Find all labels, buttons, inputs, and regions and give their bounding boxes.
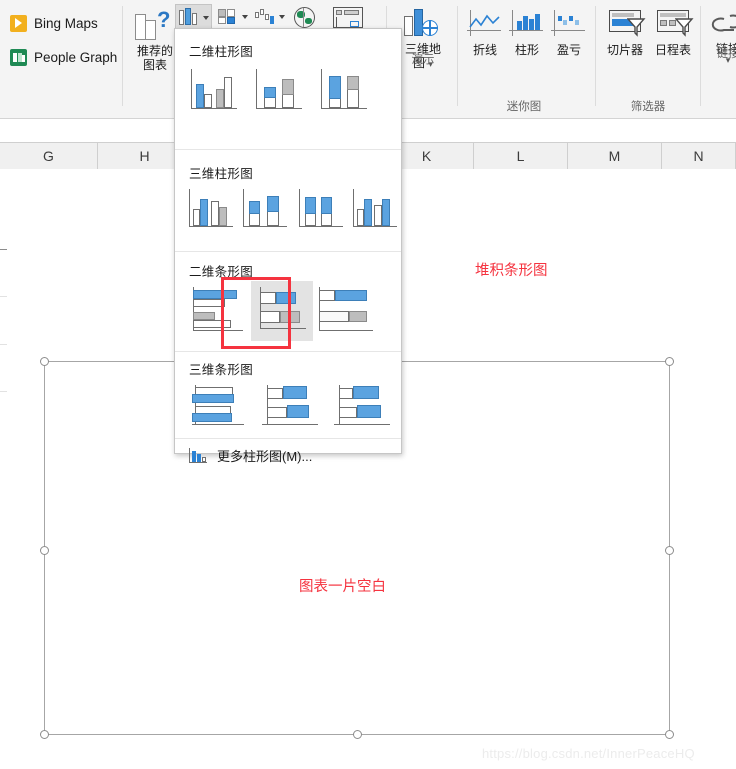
slicer-icon — [603, 8, 647, 40]
tours-group-label: 演示 — [411, 54, 435, 66]
line-sparkline-button[interactable]: 折线 — [463, 2, 507, 58]
column-sparkline-button[interactable]: 柱形 — [505, 2, 549, 58]
addin-bing-maps[interactable]: Bing Maps — [10, 15, 98, 32]
chevron-down-icon — [242, 15, 248, 19]
3d-map-icon — [400, 6, 446, 40]
resize-handle-bottom-right[interactable] — [665, 730, 674, 739]
pivot-chart-button[interactable] — [330, 4, 366, 29]
globe-map-icon — [294, 7, 315, 28]
section-title-3d-bar: 三维条形图 — [189, 363, 254, 377]
section-title-2d-column: 二维柱形图 — [189, 45, 254, 59]
chevron-down-icon — [279, 15, 285, 19]
addin-label: People Graph — [34, 50, 118, 65]
recommended-charts-icon: ? — [132, 8, 178, 42]
column-header-m[interactable]: M — [568, 143, 662, 170]
blank-chart-annotation: 图表一片空白 — [299, 579, 386, 595]
column-sparkline-icon — [507, 8, 547, 40]
resize-handle-bottom-left[interactable] — [40, 730, 49, 739]
3d-column-thumb[interactable] — [351, 187, 403, 231]
ribbon-divider — [700, 6, 701, 106]
pivot-chart-icon — [333, 7, 363, 28]
menu-divider — [175, 149, 401, 150]
chart-type-dropdown-menu[interactable]: 二维柱形图 三维柱形图 二维条形图 堆积条形图 三维条形图 更多柱形图(M)..… — [174, 28, 548, 464]
filters-group-label: 筛选器 — [630, 101, 666, 113]
winloss-sparkline-button[interactable]: 盈亏 — [547, 2, 591, 58]
winloss-sparkline-icon — [549, 8, 589, 40]
column-header-n[interactable]: N — [662, 143, 736, 170]
sparklines-group-label: 迷你图 — [506, 101, 542, 113]
watermark: https://blog.csdn.net/InnerPeaceHQ — [482, 746, 695, 761]
3d-map-button[interactable]: 三维地 图 ▾ 演示 — [395, 2, 451, 71]
winloss-sparkline-label: 盈亏 — [556, 43, 581, 57]
more-charts-icon — [189, 447, 207, 464]
resize-handle-top-left[interactable] — [40, 357, 49, 366]
100-stacked-column-thumb[interactable] — [319, 67, 371, 111]
addin-people-graph[interactable]: People Graph — [10, 49, 117, 66]
3d-100-stacked-column-thumb[interactable] — [297, 187, 349, 231]
annotation-rectangle — [221, 277, 291, 349]
links-group-label: 链接 — [716, 48, 736, 60]
line-sparkline-label: 折线 — [472, 43, 497, 57]
link-icon — [708, 6, 736, 40]
timeline-label: 日程表 — [654, 43, 691, 57]
ribbon-divider — [122, 6, 123, 106]
3d-clustered-column-thumb[interactable] — [187, 187, 239, 231]
row-divider — [0, 391, 7, 392]
100-stacked-bar-thumb[interactable] — [315, 285, 377, 335]
more-column-charts-menu-item[interactable]: 更多柱形图(M)... — [175, 438, 401, 473]
people-graph-icon — [10, 49, 27, 66]
timeline-button[interactable]: 日程表 — [648, 2, 698, 58]
chevron-down-icon — [203, 16, 209, 20]
ribbon-divider — [457, 6, 458, 106]
waterfall-chart-button[interactable] — [252, 4, 289, 29]
bing-maps-icon — [10, 15, 27, 32]
resize-handle-top-right[interactable] — [665, 357, 674, 366]
column-header-l[interactable]: L — [474, 143, 568, 170]
links-button[interactable]: 链接 ▾ 链接 — [704, 2, 736, 65]
timeline-icon — [651, 8, 695, 40]
3d-clustered-bar-thumb[interactable] — [189, 381, 251, 433]
column-chart-button[interactable] — [175, 4, 212, 29]
ribbon-divider — [595, 6, 596, 106]
row-divider — [0, 344, 7, 345]
slicer-label: 切片器 — [606, 43, 643, 57]
menu-divider — [175, 251, 401, 252]
resize-handle-middle-right[interactable] — [665, 546, 674, 555]
more-charts-label: 更多柱形图(M)... — [217, 449, 313, 464]
clustered-column-thumb[interactable] — [189, 67, 241, 111]
3d-stacked-column-thumb[interactable] — [241, 187, 293, 231]
line-sparkline-icon — [465, 8, 505, 40]
3d-100-stacked-bar-thumb[interactable] — [331, 381, 397, 433]
addin-label: Bing Maps — [34, 16, 98, 31]
row-divider — [0, 296, 7, 297]
map-chart-button[interactable] — [290, 4, 320, 29]
resize-handle-middle-left[interactable] — [40, 546, 49, 555]
resize-handle-bottom-center[interactable] — [353, 730, 362, 739]
hierarchy-chart-button[interactable] — [215, 4, 252, 29]
slicer-button[interactable]: 切片器 — [600, 2, 650, 58]
row-divider — [0, 249, 7, 250]
column-sparkline-label: 柱形 — [514, 43, 539, 57]
menu-divider — [175, 351, 401, 352]
section-title-3d-column: 三维柱形图 — [189, 167, 254, 181]
column-header-g[interactable]: G — [0, 143, 98, 170]
3d-stacked-bar-thumb[interactable] — [259, 381, 325, 433]
stacked-column-thumb[interactable] — [254, 67, 306, 111]
stacked-bar-annotation: 堆积条形图 — [475, 263, 548, 279]
